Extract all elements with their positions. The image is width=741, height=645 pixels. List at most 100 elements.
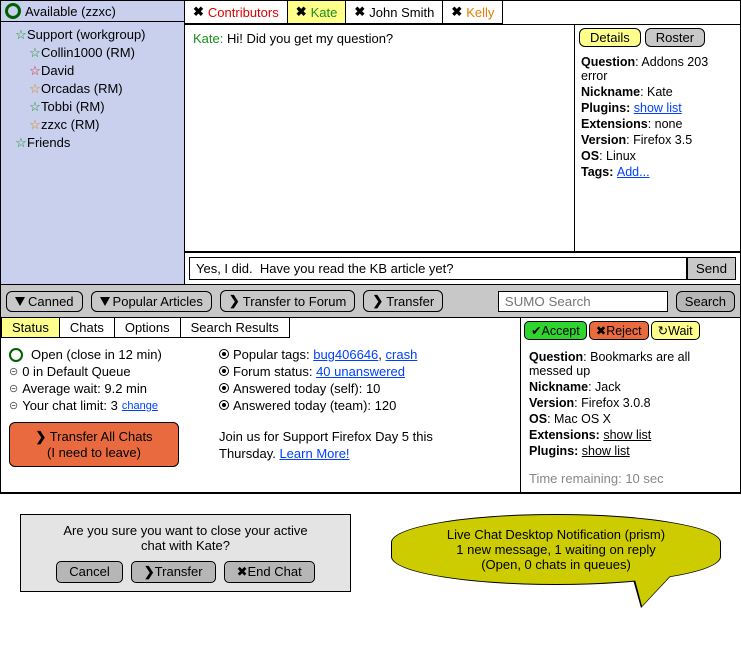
bottom-content: Open (close in 12 min) ⊝0 in Default Que… (1, 338, 520, 475)
bottom-left: Status Chats Options Search Results Open… (1, 318, 520, 492)
label: Nickname (581, 85, 640, 99)
contact-tree: ☆Support (workgroup) ☆Collin1000 (RM) ☆D… (1, 22, 184, 156)
forum-link[interactable]: 40 unanswered (316, 364, 405, 379)
star-icon: ☆ (29, 99, 41, 115)
transfer-forum-button[interactable]: ❯Transfer to Forum (220, 290, 355, 312)
presence-bar[interactable]: Available (zzxc) (1, 1, 184, 22)
chat-input[interactable] (189, 257, 687, 280)
details-tab[interactable]: Details (579, 28, 641, 47)
tab-kelly[interactable]: ✖Kelly (443, 1, 503, 24)
star-icon: ☆ (29, 45, 41, 61)
plugins-link[interactable]: show list (634, 101, 682, 115)
end-chat-button[interactable]: ✖End Chat (224, 561, 315, 583)
value: : Kate (640, 85, 673, 99)
label: Popular tags: (233, 347, 313, 362)
label: OS (581, 149, 599, 163)
question-details: Question: Bookmarks are all messed up Ni… (521, 343, 740, 465)
group-support[interactable]: ☆Support (workgroup) (7, 26, 178, 44)
search-button[interactable]: Search (676, 291, 735, 312)
bubble-tail (634, 576, 670, 606)
details-body: Question: Addons 203 error Nickname: Kat… (575, 50, 740, 184)
tag-link[interactable]: bug406646 (313, 347, 378, 362)
label: Extensions (581, 117, 648, 131)
top-row: Available (zzxc) ☆Support (workgroup) ☆C… (1, 1, 740, 285)
action-bar: ✔Accept ✖Reject ↻Wait (521, 318, 740, 343)
transfer-button[interactable]: ❯Transfer (363, 290, 443, 312)
floating-row: Are you sure you want to close your acti… (0, 494, 741, 602)
close-icon[interactable]: ✖ (354, 4, 365, 20)
promo-link[interactable]: Learn More! (279, 446, 349, 461)
answered-team: Answered today (team): 120 (233, 398, 396, 413)
contact-item[interactable]: ☆David (7, 62, 178, 80)
detail-tabs: Details Roster (575, 25, 740, 50)
presence-icon (5, 3, 21, 19)
group-label: Support (workgroup) (27, 27, 146, 42)
value: : none (648, 117, 683, 131)
close-icon[interactable]: ✖ (451, 4, 462, 20)
queue-count: 0 in Default Queue (22, 364, 130, 379)
secondary-tabs: Status Chats Options Search Results (1, 318, 520, 338)
canned-button[interactable]: Canned (6, 291, 83, 312)
cancel-button[interactable]: Cancel (56, 561, 122, 583)
roster-tab[interactable]: Roster (645, 28, 705, 47)
tab-john[interactable]: ✖ John Smith (346, 1, 443, 24)
label: Tags: (581, 165, 617, 179)
plg-link[interactable]: show list (582, 444, 630, 458)
wait-button[interactable]: ↻Wait (651, 321, 700, 340)
btn-label: Accept (541, 324, 579, 338)
tag-link[interactable]: crash (386, 347, 418, 362)
info-column: Popular tags: bug406646, crash Forum sta… (211, 338, 520, 475)
tab-kate[interactable]: ✖ Kate (288, 1, 347, 24)
value: : Mac OS X (547, 412, 611, 426)
tab-contributors[interactable]: ✖ Contributors (185, 1, 288, 24)
chevron-down-icon (100, 297, 110, 306)
promo-text: Join us for Support Firefox Day 5 this (219, 429, 433, 444)
tab-search-results[interactable]: Search Results (181, 318, 290, 338)
star-icon: ☆ (29, 63, 41, 79)
details-panel: Details Roster Question: Addons 203 erro… (575, 25, 740, 251)
send-button[interactable]: Send (687, 257, 736, 280)
contact-item[interactable]: ☆zzxc (RM) (7, 116, 178, 134)
dot-icon: ⊝ (9, 365, 18, 378)
label: Version (581, 133, 626, 147)
close-icon[interactable]: ✖ (193, 4, 204, 20)
tab-label: Kate (311, 5, 338, 20)
ext-link[interactable]: show list (603, 428, 651, 442)
chat-log: Kate: Hi! Did you get my question? (185, 25, 575, 251)
chat-row: Kate: Hi! Did you get my question? Detai… (185, 25, 740, 252)
star-icon: ☆ (15, 27, 27, 43)
tab-label: Contributors (208, 5, 279, 20)
accept-button[interactable]: ✔Accept (524, 321, 587, 340)
contact-item[interactable]: ☆Collin1000 (RM) (7, 44, 178, 62)
time-remaining: Time remaining: 10 sec (521, 465, 740, 492)
arrow-icon: ❯ (144, 564, 155, 579)
presence-text: Available (zzxc) (25, 4, 116, 19)
contact-item[interactable]: ☆Tobbi (RM) (7, 98, 178, 116)
bullet-icon (219, 400, 229, 410)
tags-link[interactable]: Add... (617, 165, 650, 179)
bottom-row: Status Chats Options Search Results Open… (1, 318, 740, 493)
search-input[interactable] (498, 291, 668, 312)
value: : Firefox 3.5 (626, 133, 692, 147)
star-icon: ☆ (29, 117, 41, 133)
btn-label: Canned (28, 294, 74, 309)
tab-label: John Smith (369, 5, 434, 20)
close-icon[interactable]: ✖ (296, 4, 307, 20)
group-friends[interactable]: ☆Friends (7, 134, 178, 152)
contact-item[interactable]: ☆Orcadas (RM) (7, 80, 178, 98)
main-area: ✖ Contributors ✖ Kate ✖ John Smith ✖Kelly K… (185, 1, 740, 284)
group-label: Friends (27, 135, 70, 150)
value: : Linux (599, 149, 636, 163)
tab-status[interactable]: Status (1, 318, 60, 338)
label: Nickname (529, 380, 588, 394)
popular-button[interactable]: Popular Articles (91, 291, 212, 312)
bullet-icon (219, 366, 229, 376)
reject-button[interactable]: ✖Reject (589, 321, 649, 340)
bubble-line: 1 new message, 1 waiting on reply (416, 542, 696, 557)
transfer-button[interactable]: ❯Transfer (131, 561, 216, 583)
transfer-all-button[interactable]: ❯ Transfer All Chats (I need to leave) (9, 422, 179, 467)
bullet-icon (219, 383, 229, 393)
change-link[interactable]: change (122, 400, 158, 412)
tab-chats[interactable]: Chats (60, 318, 115, 338)
tab-options[interactable]: Options (115, 318, 181, 338)
